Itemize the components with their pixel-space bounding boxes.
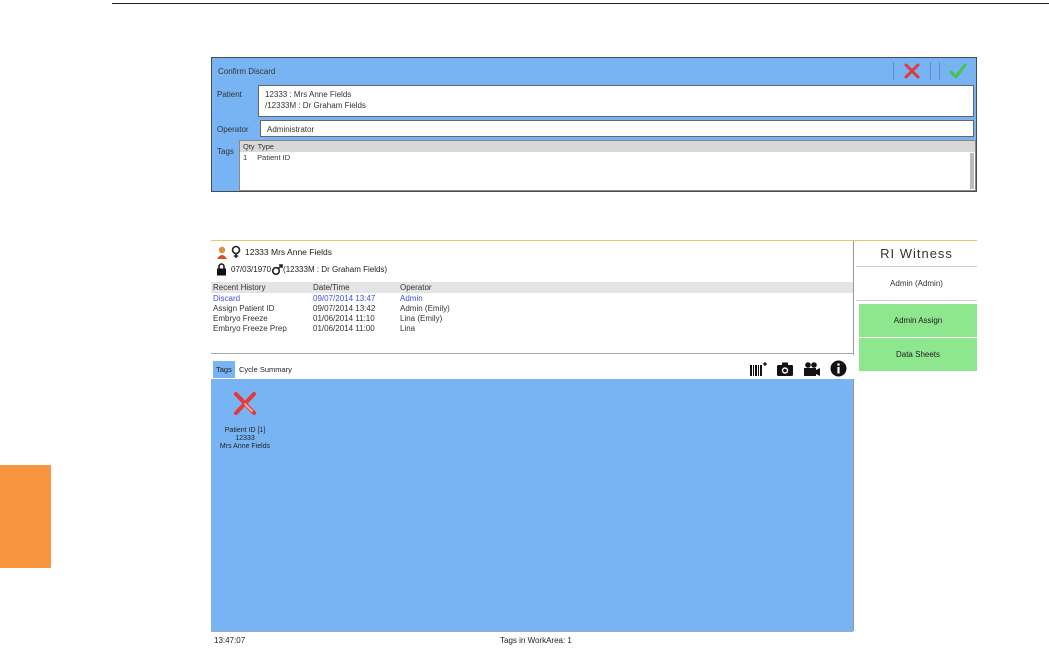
confirm-button[interactable] <box>948 61 968 81</box>
status-time: 13:47:07 <box>214 636 246 645</box>
main-window: 12333 Mrs Anne Fields 07/03/1970 (12333M… <box>211 240 977 650</box>
camera-icon[interactable] <box>776 361 794 377</box>
column-header-recent-history: Recent History <box>213 283 266 292</box>
tab-bar: Tags Cycle Summary <box>211 358 853 379</box>
work-area: Patient ID [1] 12333 Mrs Anne Fields <box>211 379 854 631</box>
history-event: Embryo Freeze <box>213 313 268 323</box>
partner-info: (12333M : Dr Graham Fields) <box>283 265 388 274</box>
lock-icon <box>217 263 226 276</box>
person-icon <box>217 246 227 259</box>
history-event: Discard <box>213 293 241 303</box>
history-event: Assign Patient ID <box>213 303 275 313</box>
patient-dob-row: 07/03/1970 (12333M : Dr Graham Fields) <box>216 263 387 276</box>
history-datetime: 09/07/2014 13:42 <box>313 303 376 313</box>
sidebar: RI Witness Admin (Admin) Admin Assign Da… <box>856 241 977 650</box>
history-operator: Lina <box>400 323 416 333</box>
dialog-title: Confirm Discard <box>218 67 276 76</box>
history-row[interactable]: Embryo Freeze Prep 01/06/2014 11:00 Lina <box>211 323 853 333</box>
barcode-add-icon[interactable] <box>749 361 767 377</box>
patient-name-row: 12333 Mrs Anne Fields <box>216 245 332 259</box>
table-row: 1 Patient ID <box>240 153 975 162</box>
history-datetime: 01/06/2014 11:00 <box>313 323 375 333</box>
x-icon <box>234 392 256 415</box>
column-header-qty: Qty <box>243 142 255 151</box>
tags-label: Tags <box>217 147 234 156</box>
history-event: Embryo Freeze Prep <box>213 323 287 333</box>
qty-cell: 1 <box>243 153 248 162</box>
patient-line-2: /12333M : Dr Graham Fields <box>265 101 366 110</box>
history-row[interactable]: Discard 09/07/2014 13:47 Admin <box>211 293 853 303</box>
patient-label: Patient <box>217 90 242 99</box>
history-operator: Lina (Emily) <box>400 313 443 323</box>
tab-cycle-summary[interactable]: Cycle Summary <box>236 361 295 378</box>
tags-scrollbar[interactable] <box>970 153 974 189</box>
operator-field: Administrator <box>260 120 974 137</box>
separator <box>893 62 894 80</box>
history-datetime: 01/06/2014 11:10 <box>313 313 375 323</box>
column-header-datetime: Date/Time <box>313 283 350 292</box>
female-icon <box>231 245 241 258</box>
history-row[interactable]: Embryo Freeze 01/06/2014 11:10 Lina (Emi… <box>211 313 853 323</box>
tags-table: Qty Type 1 Patient ID <box>239 140 976 191</box>
tile-id: 12333 <box>235 435 255 442</box>
history-header: Recent History Date/Time Operator <box>211 282 853 293</box>
video-camera-icon[interactable] <box>803 361 821 377</box>
tile-label: Patient ID [1] <box>224 427 266 434</box>
tab-tags[interactable]: Tags <box>213 361 235 378</box>
admin-assign-button[interactable]: Admin Assign <box>859 304 977 337</box>
patient-id-name: 12333 Mrs Anne Fields <box>245 247 332 257</box>
separator <box>939 62 940 80</box>
patient-field: 12333 : Mrs Anne Fields /12333M : Dr Gra… <box>258 85 974 117</box>
male-icon <box>271 263 283 275</box>
operator-label: Operator <box>217 125 249 134</box>
toolbar-icons <box>749 360 847 377</box>
history-row[interactable]: Assign Patient ID 09/07/2014 13:42 Admin… <box>211 303 853 313</box>
info-icon[interactable] <box>830 360 847 377</box>
x-icon <box>904 63 920 79</box>
tags-table-header: Qty Type <box>240 141 975 152</box>
header-divider <box>211 353 853 354</box>
top-divider-line <box>112 3 1049 4</box>
patient-dob: 07/03/1970 <box>231 265 272 274</box>
dialog-actions <box>893 61 968 81</box>
patient-header: 12333 Mrs Anne Fields 07/03/1970 (12333M… <box>211 241 854 355</box>
type-cell: Patient ID <box>257 153 291 162</box>
history-operator: Admin <box>400 293 423 303</box>
app-brand: RI Witness <box>856 241 977 267</box>
cancel-button[interactable] <box>902 61 922 81</box>
tile-name: Mrs Anne Fields <box>219 443 271 450</box>
status-bar: 13:47:07 Tags in WorkArea: 1 <box>211 631 853 650</box>
column-header-operator: Operator <box>400 283 432 292</box>
confirm-discard-dialog: Confirm Discard Patient 12333 : Mrs Anne… <box>211 57 977 192</box>
status-tags-count: Tags in WorkArea: 1 <box>500 636 572 645</box>
separator <box>930 62 931 80</box>
recent-history-table: Recent History Date/Time Operator Discar… <box>211 282 853 333</box>
orange-side-tab <box>0 465 51 568</box>
current-user: Admin (Admin) <box>856 267 977 301</box>
data-sheets-button[interactable]: Data Sheets <box>859 338 977 371</box>
check-icon <box>949 63 967 79</box>
column-header-type: Type <box>257 142 274 151</box>
tag-tile[interactable]: Patient ID [1] 12333 Mrs Anne Fields <box>215 389 275 451</box>
history-operator: Admin (Emily) <box>400 303 450 313</box>
history-datetime: 09/07/2014 13:47 <box>313 293 376 303</box>
patient-line-1: 12333 : Mrs Anne Fields <box>265 90 352 99</box>
